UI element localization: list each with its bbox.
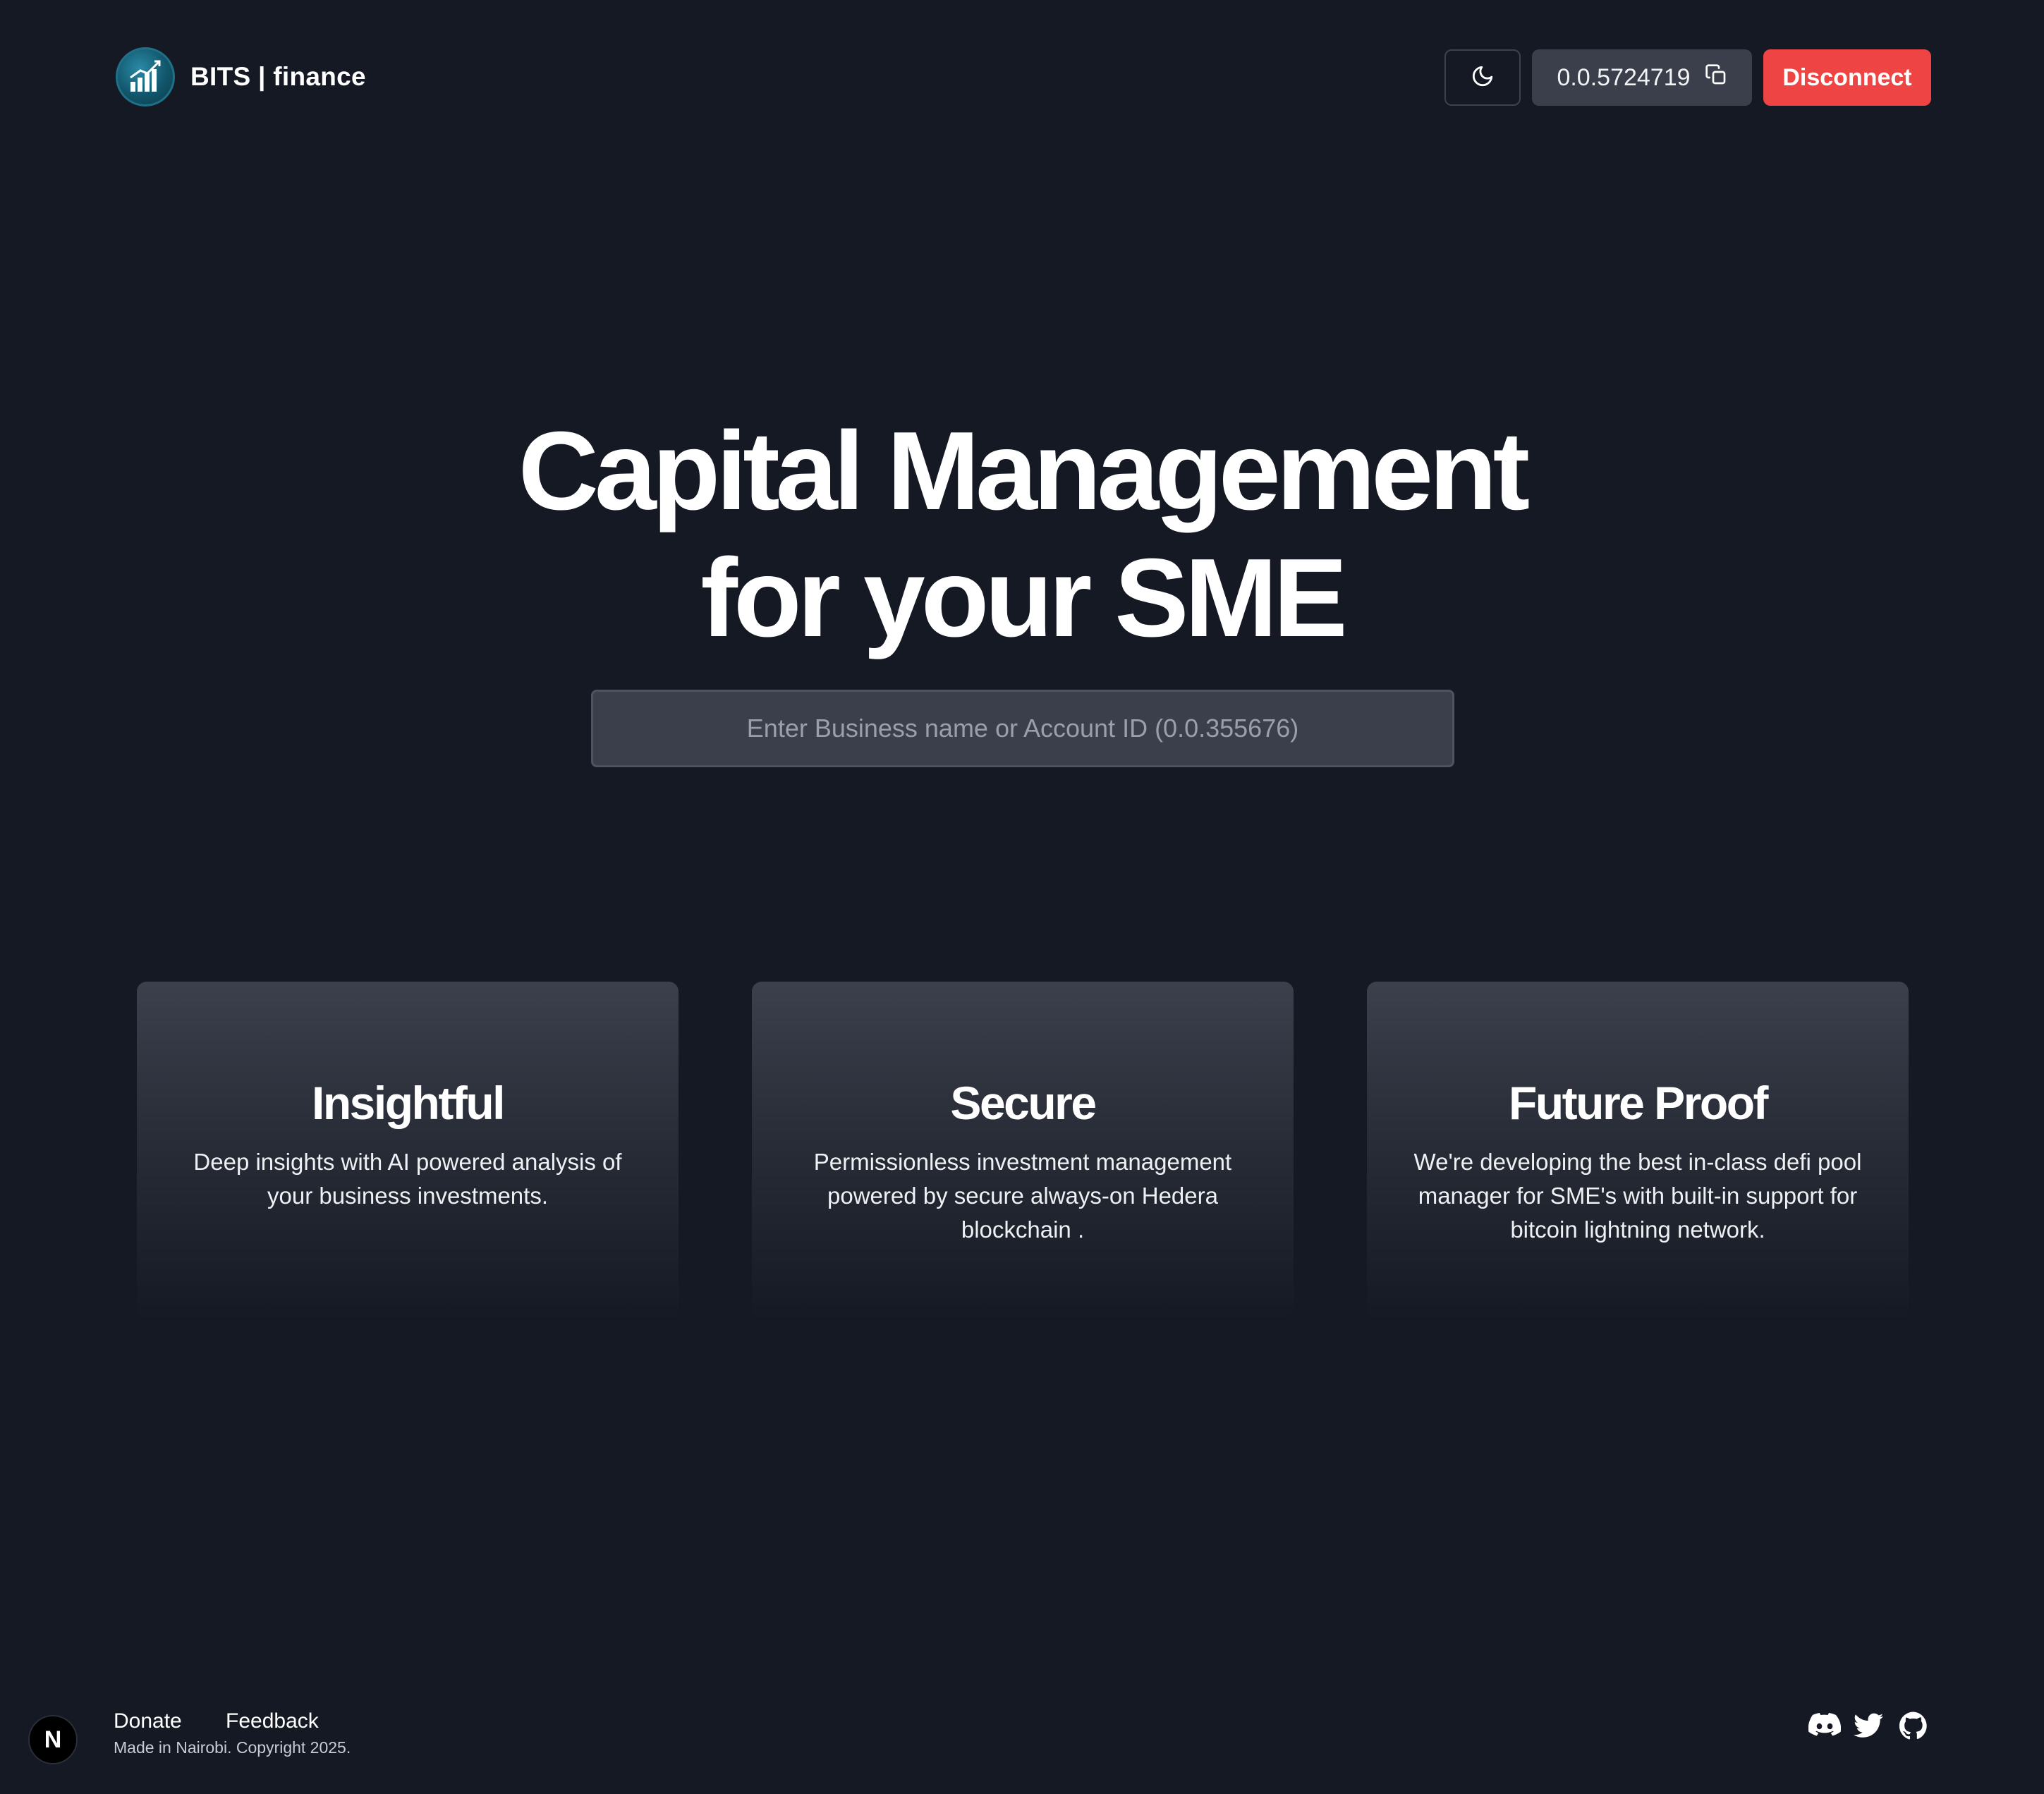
feature-title: Future Proof bbox=[1509, 1077, 1768, 1129]
hero-title-line1: Capital Management bbox=[518, 409, 1530, 533]
chart-growth-icon bbox=[116, 47, 175, 106]
feedback-link[interactable]: Feedback bbox=[226, 1709, 319, 1733]
account-id-button[interactable]: 0.0.5724719 bbox=[1532, 49, 1752, 106]
discord-icon[interactable] bbox=[1807, 1708, 1842, 1743]
feature-card-insightful: Insightful Deep insights with AI powered… bbox=[137, 982, 679, 1320]
business-search-input[interactable] bbox=[591, 690, 1454, 767]
feature-description: We're developing the best in-class defi … bbox=[1413, 1149, 1862, 1243]
feature-title: Insightful bbox=[312, 1077, 505, 1129]
account-id: 0.0.5724719 bbox=[1557, 63, 1691, 91]
disconnect-button[interactable]: Disconnect bbox=[1763, 49, 1931, 106]
hero-title: Capital Management for your SME bbox=[0, 408, 2044, 661]
feature-title: Secure bbox=[950, 1077, 1097, 1129]
brand-logo[interactable]: BITS | finance bbox=[116, 47, 366, 106]
feature-card-future-proof: Future Proof We're developing the best i… bbox=[1367, 982, 1909, 1320]
twitter-icon[interactable] bbox=[1851, 1708, 1886, 1743]
hero-title-line2: for your SME bbox=[700, 536, 1347, 660]
copy-icon bbox=[1705, 63, 1727, 92]
moon-icon bbox=[1471, 64, 1495, 92]
copyright-text: Made in Nairobi. Copyright 2025. bbox=[114, 1738, 351, 1757]
feature-description: Deep insights with AI powered analysis o… bbox=[193, 1149, 622, 1209]
github-icon[interactable] bbox=[1896, 1708, 1931, 1743]
feature-card-secure: Secure Permissionless investment managem… bbox=[752, 982, 1294, 1320]
feature-description: Permissionless investment management pow… bbox=[813, 1149, 1232, 1243]
theme-toggle-button[interactable] bbox=[1444, 49, 1521, 106]
brand-name: BITS | finance bbox=[190, 62, 366, 91]
nextjs-badge[interactable]: N bbox=[28, 1715, 78, 1764]
donate-link[interactable]: Donate bbox=[114, 1709, 182, 1733]
